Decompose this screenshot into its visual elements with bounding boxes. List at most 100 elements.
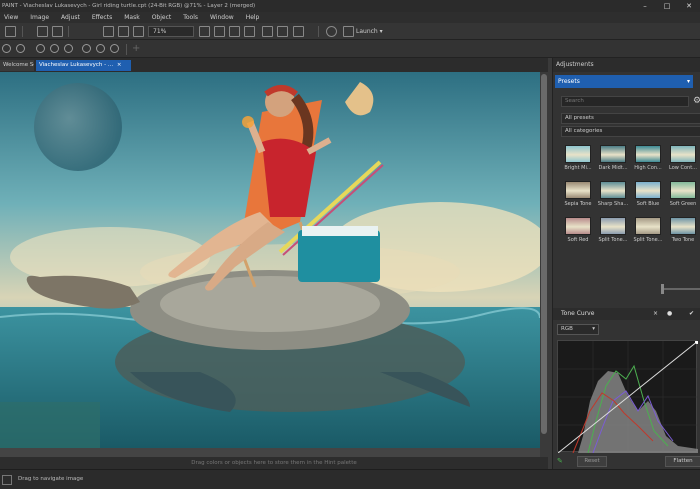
close-button[interactable]: ✕: [678, 0, 700, 12]
standard-toolbar: 71% Launch ▾: [0, 23, 700, 40]
preset-tile[interactable]: Sharp Sha...: [596, 178, 630, 212]
preset-tile[interactable]: Soft Blue: [631, 178, 665, 212]
title-bar: PAINT - Viacheslav Lukasevych - Girl rid…: [0, 0, 700, 12]
menu-image[interactable]: Image: [26, 14, 57, 21]
paste-icon[interactable]: [52, 26, 63, 37]
categories-filter-label: All categories: [565, 128, 603, 134]
app-window: PAINT - Viacheslav Lukasevych - Girl rid…: [0, 0, 700, 489]
preset-label: Sharp Sha...: [597, 201, 629, 207]
toolbar-separator: [126, 44, 127, 55]
preset-thumbnail: [635, 217, 661, 235]
preset-tile[interactable]: Dark Midt...: [596, 142, 630, 176]
menu-view[interactable]: View: [0, 14, 26, 21]
guidelines-icon[interactable]: [229, 26, 240, 37]
grid-icon[interactable]: [244, 26, 255, 37]
print-icon[interactable]: [5, 26, 16, 37]
toolbar-separator: [318, 26, 319, 37]
preset-label: Two Tone: [671, 237, 695, 243]
menu-tools[interactable]: Tools: [179, 14, 206, 21]
document-image[interactable]: [0, 72, 540, 448]
menu-effects[interactable]: Effects: [88, 14, 120, 21]
status-bar: Drag to navigate image: [0, 469, 700, 489]
preset-tile[interactable]: Two Tone: [666, 214, 700, 248]
menu-help[interactable]: Help: [242, 14, 268, 21]
preset-grid: Bright Mi... Dark Midt... High Con... Low C…: [561, 142, 700, 246]
girl-riding-turtle-artwork: [0, 72, 540, 448]
gear-icon[interactable]: [326, 26, 337, 37]
tone-curve-header: Tone Curve × ● ✔: [553, 308, 700, 320]
preset-tile[interactable]: Soft Red: [561, 214, 595, 248]
hide-objects-icon[interactable]: [293, 26, 304, 37]
preset-thumbnail: [565, 217, 591, 235]
preset-tile[interactable]: Bright Mi...: [561, 142, 595, 176]
reset-button[interactable]: Reset: [577, 456, 607, 467]
presets-dropdown-label: Presets: [558, 78, 580, 85]
menu-window[interactable]: Window: [206, 14, 242, 21]
scrollbar-thumb[interactable]: [541, 74, 547, 434]
eyedropper-icon[interactable]: ✎: [557, 457, 563, 465]
tab-document[interactable]: Viacheslav Lukasevych - ... ×: [36, 60, 131, 71]
preset-tile[interactable]: Sepia Tone: [561, 178, 595, 212]
hint-text: Drag colors or objects here to store the…: [191, 460, 357, 466]
thumbnail-size-slider[interactable]: [661, 288, 700, 290]
preset-search-input[interactable]: Search: [561, 96, 689, 107]
menu-object[interactable]: Object: [148, 14, 180, 21]
tab-welcome-screen[interactable]: Welcome Screen: [0, 60, 34, 71]
menu-bar: View Image Adjust Effects Mask Object To…: [0, 12, 700, 23]
hand-tool-icon: [2, 475, 12, 485]
canvas-area[interactable]: [0, 72, 548, 457]
menu-mask[interactable]: Mask: [120, 14, 147, 21]
undo-icon[interactable]: [103, 26, 114, 37]
launch-button[interactable]: Launch ▾: [356, 26, 383, 37]
categories-filter-select[interactable]: All categories: [561, 126, 700, 137]
preset-label: Sepia Tone: [564, 201, 592, 207]
preset-tile[interactable]: High Con...: [631, 142, 665, 176]
minimize-button[interactable]: –: [634, 0, 656, 12]
preset-tile[interactable]: Soft Green: [666, 178, 700, 212]
maximize-button[interactable]: □: [656, 0, 678, 12]
tone-curve-graph[interactable]: [557, 340, 699, 454]
presets-filter-select[interactable]: All presets: [561, 113, 700, 124]
zoom-in-icon[interactable]: [2, 44, 11, 53]
slider-handle[interactable]: [661, 284, 664, 294]
settings-gear-icon[interactable]: ⚙: [693, 96, 700, 106]
close-tab-icon[interactable]: ×: [117, 62, 122, 68]
copy-icon[interactable]: [37, 26, 48, 37]
import-icon[interactable]: [118, 26, 129, 37]
tab-document-label: Viacheslav Lukasevych - ...: [39, 62, 114, 68]
zoom-width-icon[interactable]: [82, 44, 91, 53]
vertical-scrollbar[interactable]: [540, 72, 548, 457]
preset-label: Soft Blue: [636, 201, 660, 207]
zoom-level-select[interactable]: 71%: [148, 26, 194, 37]
snap-icon[interactable]: [262, 26, 273, 37]
preset-tile[interactable]: Split Tone...: [631, 214, 665, 248]
zoom-selected-icon[interactable]: [36, 44, 45, 53]
export-icon[interactable]: [133, 26, 144, 37]
add-icon[interactable]: +: [132, 43, 140, 54]
apply-check-icon[interactable]: ✔: [689, 308, 694, 320]
channel-select[interactable]: RGB ▾: [557, 324, 599, 335]
rulers-icon[interactable]: [214, 26, 225, 37]
close-icon[interactable]: ×: [653, 308, 658, 320]
fit-page-icon[interactable]: [199, 26, 210, 37]
visibility-icon[interactable]: ●: [667, 308, 672, 320]
hint-palette-bar[interactable]: Drag colors or objects here to store the…: [0, 457, 548, 469]
preset-thumbnail: [670, 181, 696, 199]
toolbar-separator: [22, 26, 23, 37]
menu-adjust[interactable]: Adjust: [57, 14, 88, 21]
zoom-page-icon[interactable]: [64, 44, 73, 53]
launch-app-icon[interactable]: [343, 26, 354, 37]
show-objects-icon[interactable]: [277, 26, 288, 37]
zoom-height-icon[interactable]: [96, 44, 105, 53]
property-bar: +: [0, 40, 700, 58]
preset-thumbnail: [565, 145, 591, 163]
preset-tile[interactable]: Low Cont...: [666, 142, 700, 176]
chevron-down-icon: ▾: [686, 78, 690, 85]
flatten-button[interactable]: Flatten: [665, 456, 700, 467]
zoom-actual-icon[interactable]: [110, 44, 119, 53]
zoom-out-icon[interactable]: [16, 44, 25, 53]
zoom-fit-icon[interactable]: [50, 44, 59, 53]
preset-thumbnail: [600, 217, 626, 235]
preset-tile[interactable]: Split Tone...: [596, 214, 630, 248]
presets-dropdown[interactable]: Presets ▾: [555, 75, 693, 88]
